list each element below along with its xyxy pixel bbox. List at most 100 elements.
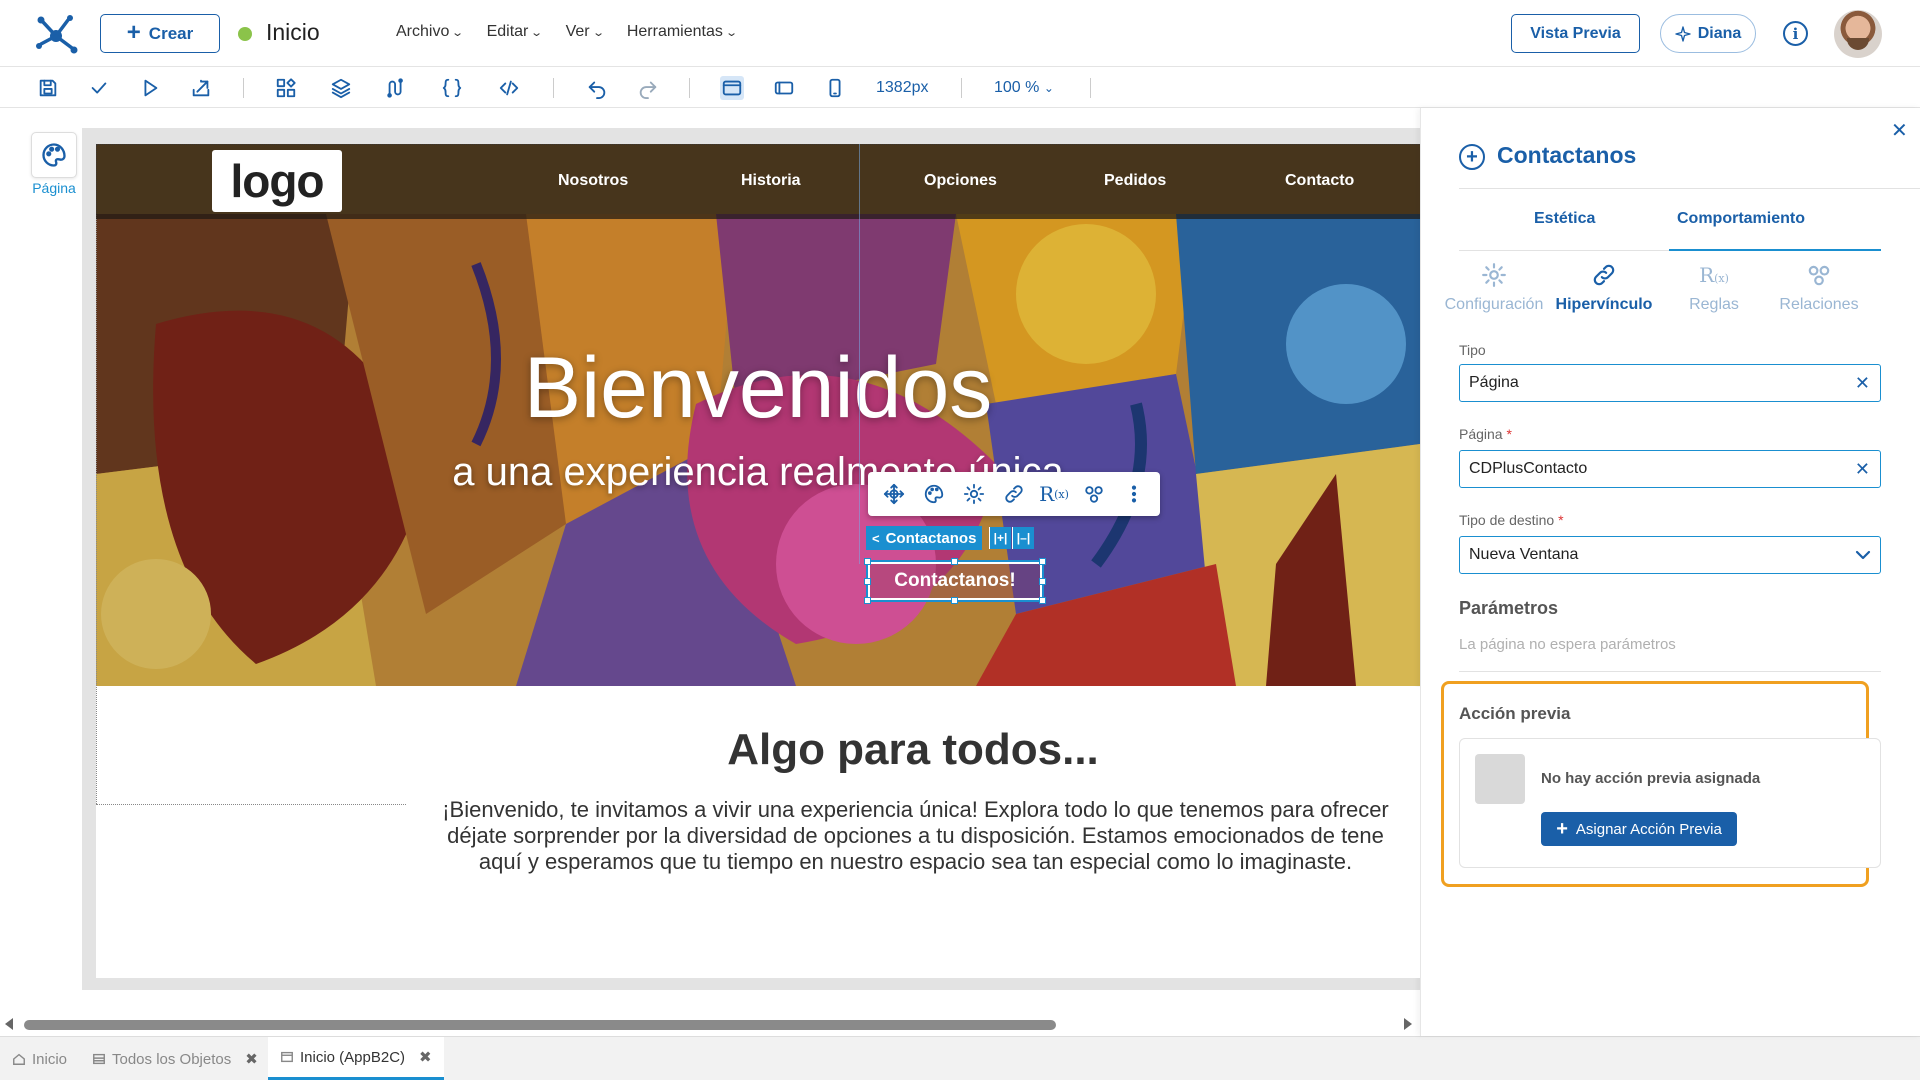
redo-icon[interactable] <box>636 76 660 100</box>
accion-placeholder-thumb <box>1475 754 1525 804</box>
scrollbar-thumb[interactable] <box>24 1020 1056 1030</box>
selected-element-name: Contactanos <box>885 529 977 547</box>
components-icon[interactable] <box>274 76 298 100</box>
accion-empty-message: No hay acción previa asignada <box>1541 770 1761 787</box>
status-dot <box>238 27 252 41</box>
canvas-width-value[interactable]: 1382px <box>876 79 929 97</box>
expand-width-icon[interactable]: |+| <box>989 527 1011 549</box>
toolbar-divider <box>1090 78 1091 98</box>
resize-handle[interactable] <box>1039 578 1046 585</box>
destino-label: Tipo de destino * <box>1459 512 1564 528</box>
menu-archivo[interactable]: Archivo ⌄ <box>396 23 464 41</box>
assign-action-button[interactable]: + Asignar Acción Previa <box>1541 812 1737 846</box>
tab-todos-los-objetos[interactable]: Todos los Objetos ✖ <box>92 1037 258 1080</box>
resize-handle[interactable] <box>864 597 871 604</box>
move-icon[interactable] <box>878 478 910 510</box>
link-icon[interactable] <box>998 478 1030 510</box>
create-button[interactable]: + Crear <box>100 14 220 53</box>
menu-ver-label: Ver <box>565 23 590 40</box>
subtab-relaciones[interactable]: Relaciones <box>1764 258 1874 314</box>
layers-icon[interactable] <box>329 76 353 100</box>
hero-title[interactable]: Bienvenidos <box>96 339 1420 438</box>
resize-handle[interactable] <box>1039 597 1046 604</box>
assistant-button[interactable]: Diana <box>1660 14 1756 53</box>
preview-button[interactable]: Vista Previa <box>1511 14 1640 53</box>
tab-estetica[interactable]: Estética <box>1534 210 1595 228</box>
create-button-label: Crear <box>148 23 194 43</box>
rules-icon[interactable]: R (x) <box>1038 478 1070 510</box>
subtab-reglas[interactable]: R(x) Reglas <box>1659 258 1769 314</box>
list-icon <box>93 1053 105 1065</box>
site-nav-contacto[interactable]: Contacto <box>1285 172 1354 190</box>
page-canvas[interactable]: logo Nosotros Historia Opciones Pedidos … <box>96 144 1420 978</box>
settings-icon[interactable] <box>958 478 990 510</box>
site-nav-pedidos[interactable]: Pedidos <box>1104 172 1166 190</box>
required-mark: * <box>1506 426 1512 442</box>
resize-handle[interactable] <box>864 578 871 585</box>
card-text-line: aquí y esperamos que tu tiempo en nuestr… <box>478 849 1353 874</box>
save-icon[interactable] <box>36 76 60 100</box>
tablet-view-icon[interactable] <box>772 76 796 100</box>
pagina-label-text: Página <box>1459 426 1503 442</box>
menu-archivo-label: Archivo <box>396 23 450 40</box>
toolbar-divider <box>689 78 690 98</box>
more-icon[interactable] <box>1118 478 1150 510</box>
export-icon[interactable] <box>189 76 213 100</box>
undo-icon[interactable] <box>585 76 609 100</box>
tipo-field[interactable]: Página ✕ <box>1459 364 1881 402</box>
active-tab-indicator <box>1669 249 1881 251</box>
relations-icon[interactable] <box>1078 478 1110 510</box>
close-icon[interactable]: ✖ <box>245 1050 258 1068</box>
braces-icon[interactable] <box>440 76 464 100</box>
play-icon[interactable] <box>138 76 162 100</box>
menu-editar[interactable]: Editar ⌄ <box>487 23 544 41</box>
resize-handle[interactable] <box>1039 558 1046 565</box>
scroll-right-icon[interactable] <box>1404 1018 1412 1030</box>
site-logo[interactable]: logo <box>212 150 342 212</box>
site-nav-opciones[interactable]: Opciones <box>924 172 997 190</box>
hero-subtitle[interactable]: a una experiencia realmente única <box>96 450 1420 495</box>
toolbar-divider <box>243 78 244 98</box>
tab-inicio-appb2c[interactable]: Inicio (AppB2C) ✖ <box>268 1037 444 1080</box>
clear-icon[interactable]: ✕ <box>1855 373 1870 394</box>
shrink-width-icon[interactable]: |–| <box>1012 527 1034 549</box>
menu-herramientas[interactable]: Herramientas ⌄ <box>627 23 738 41</box>
card-text: ¡Bienvenido, te invitamos a vivir una ex… <box>96 797 1420 875</box>
destino-label-text: Tipo de destino <box>1459 512 1555 528</box>
clear-icon[interactable]: ✕ <box>1855 459 1870 480</box>
close-icon[interactable]: ✖ <box>419 1048 432 1066</box>
pagina-label: Página * <box>1459 426 1512 442</box>
site-nav-nosotros[interactable]: Nosotros <box>558 172 628 190</box>
selected-element-label[interactable]: < Contactanos <box>866 526 983 550</box>
zoom-select[interactable]: 100 % ⌄ <box>994 79 1054 97</box>
content-card[interactable]: Algo para todos... ¡Bienvenido, te invit… <box>406 687 1420 978</box>
avatar[interactable] <box>1834 10 1882 58</box>
destino-select[interactable]: Nueva Ventana <box>1459 536 1881 574</box>
resize-handle[interactable] <box>951 597 958 604</box>
menu-ver[interactable]: Ver ⌄ <box>565 23 605 41</box>
tab-comportamiento[interactable]: Comportamiento <box>1677 210 1805 228</box>
subtab-configuracion[interactable]: Configuración <box>1439 258 1549 314</box>
desktop-view-icon[interactable] <box>720 76 744 100</box>
tab-inicio[interactable]: Inicio <box>12 1037 67 1080</box>
subtab-hipervinculo[interactable]: Hipervínculo <box>1549 258 1659 314</box>
resize-handle[interactable] <box>864 558 871 565</box>
app-logo-icon[interactable] <box>34 12 78 56</box>
editor-toolbar: 1382px 100 % ⌄ <box>0 68 1920 108</box>
info-icon[interactable]: i <box>1783 21 1808 46</box>
hero-section[interactable]: logo Nosotros Historia Opciones Pedidos … <box>96 144 1420 686</box>
rules-glyph: R <box>1039 482 1055 506</box>
site-nav-historia[interactable]: Historia <box>741 172 801 190</box>
code-icon[interactable] <box>497 76 521 100</box>
pagina-field[interactable]: CDPlusContacto ✕ <box>1459 450 1881 488</box>
contact-button[interactable]: Contactanos! <box>866 560 1044 602</box>
check-icon[interactable] <box>87 76 111 100</box>
data-flow-icon[interactable] <box>384 76 408 100</box>
subtab-label: Configuración <box>1444 296 1544 313</box>
scroll-left-icon[interactable] <box>5 1018 13 1030</box>
palette-icon[interactable] <box>918 478 950 510</box>
resize-handle[interactable] <box>951 558 958 565</box>
close-icon[interactable]: ✕ <box>1891 118 1908 143</box>
mobile-view-icon[interactable] <box>823 76 847 100</box>
page-style-button[interactable] <box>31 132 77 178</box>
